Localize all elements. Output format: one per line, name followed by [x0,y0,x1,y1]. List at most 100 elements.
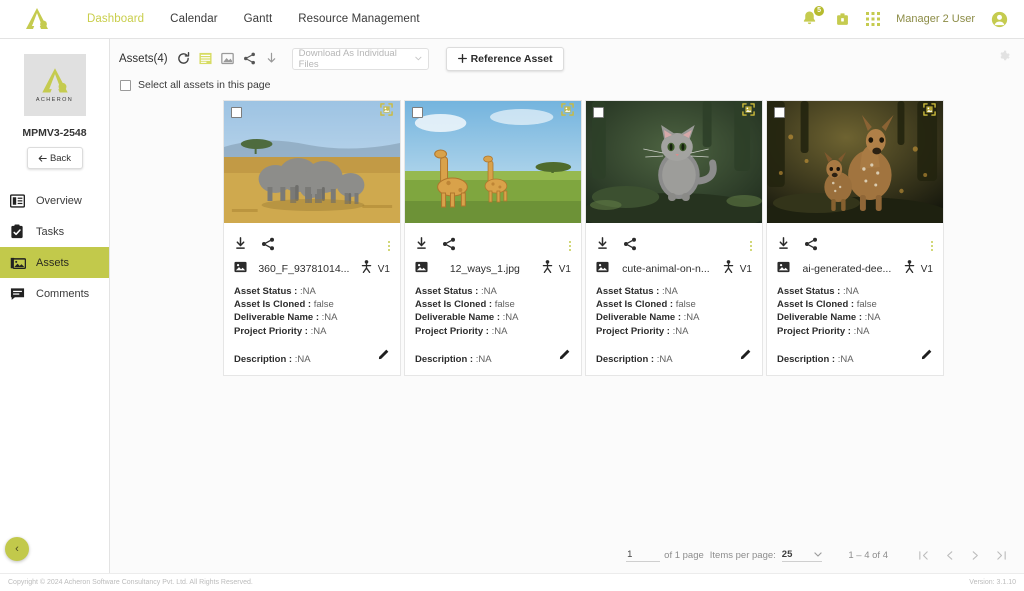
edit-description-icon[interactable] [559,347,571,365]
sidebar-item-comments[interactable]: Comments [0,278,109,309]
asset-card[interactable]: 12_ways_1.jpg V1 Asset Status : :NA Asset… [404,100,582,376]
compare-image-icon[interactable] [220,52,234,65]
asset-metadata: Asset Status : :NA Asset Is Cloned : fals… [767,279,943,338]
asset-download-icon[interactable] [415,237,428,255]
list-view-icon[interactable] [199,52,212,65]
collapse-sidebar-button[interactable]: ‹ [5,537,29,561]
asset-thumbnail[interactable] [224,101,400,223]
briefcase-button[interactable] [835,11,850,27]
sidebar-item-assets[interactable]: Assets [0,247,109,278]
asset-share-icon[interactable] [804,237,818,256]
asset-description-row: Description : :NA [767,338,943,375]
asset-name-row: 360_F_93781014... V1 [224,259,400,279]
asset-select-checkbox[interactable] [593,106,604,118]
asset-thumbnail[interactable] [586,101,762,223]
items-per-page-label: Items per page: [709,549,776,561]
asset-share-icon[interactable] [623,237,637,256]
asset-share-icon[interactable] [442,237,456,256]
asset-thumbnail[interactable] [767,101,943,223]
refresh-icon[interactable] [177,52,190,65]
asset-type-image-icon [596,260,609,278]
asset-type-image-icon [777,260,790,278]
arrow-left-icon [38,154,47,162]
asset-metadata-line: Deliverable Name : :NA [234,312,338,324]
asset-card[interactable]: cute-animal-on-n... V1 Asset Status : :N… [585,100,763,376]
edit-description-icon[interactable] [378,347,390,365]
asset-thumbnail[interactable] [405,101,581,223]
share-icon[interactable] [243,52,256,65]
asset-metadata-line: Asset Status : :NA [596,286,678,297]
avatar[interactable] [991,11,1008,28]
asset-select-checkbox[interactable] [231,106,242,118]
back-label: Back [49,152,72,164]
asset-more-menu-icon[interactable] [387,240,390,252]
user-name-label: Manager 2 User [896,13,975,25]
sidebar-item-overview[interactable]: Overview [0,185,109,216]
reference-asset-button[interactable]: Reference Asset [445,46,565,71]
nav-link-dashboard[interactable]: Dashboard [74,13,157,25]
asset-download-icon[interactable] [777,237,790,255]
back-button[interactable]: Back [26,147,83,169]
asset-filename: 12_ways_1.jpg [449,263,520,275]
asset-version-label: V1 [739,263,752,275]
asset-download-icon[interactable] [234,237,247,255]
asset-version-icon [542,260,553,278]
asset-more-menu-icon[interactable] [930,240,933,252]
select-all-checkbox[interactable] [120,79,131,91]
download-icon[interactable] [265,52,278,65]
nav-link-calendar[interactable]: Calendar [157,13,230,25]
next-page-icon[interactable] [962,542,988,568]
asset-metadata-line: Project Priority : :NA [596,325,689,337]
items-per-page-select[interactable]: 25 [781,548,823,562]
asset-select-checkbox[interactable] [412,106,423,118]
asset-version-label: V1 [377,263,390,275]
download-type-select[interactable]: Download As Individual Files [291,47,429,70]
edit-description-icon[interactable] [921,347,933,365]
asset-description: Description : :NA [415,353,492,365]
sidebar-nav: Overview Tasks Assets Comments [0,185,109,309]
apps-grid-button[interactable] [866,12,881,26]
crop-image-icon[interactable] [742,103,755,121]
page-number-input[interactable] [626,548,661,562]
asset-share-icon[interactable] [261,237,275,256]
asset-card-topbar [767,101,943,123]
select-all-label: Select all assets in this page [138,79,271,91]
app-footer: Copyright © 2024 Acheron Software Consul… [0,573,1024,591]
asset-select-checkbox[interactable] [774,106,785,118]
asset-card-topbar [586,101,762,123]
asset-metadata-line: Project Priority : :NA [777,325,870,337]
asset-description-row: Description : :NA [405,338,581,375]
asset-metadata-line: Project Priority : :NA [234,325,327,337]
notifications-button[interactable]: 5 [801,6,825,29]
download-type-placeholder: Download As Individual Files [298,47,397,70]
gear-icon[interactable] [997,50,1010,68]
asset-filename: cute-animal-on-n... [622,263,710,275]
pagination-range-label: 1 – 4 of 4 [848,549,888,561]
notification-badge: 5 [814,6,825,16]
crop-image-icon[interactable] [923,103,936,121]
items-per-page-value: 25 [781,548,793,560]
asset-metadata-line: Deliverable Name : :NA [777,312,881,324]
assets-icon [10,255,26,271]
asset-card[interactable]: 360_F_93781014... V1 Asset Status : :NA A… [223,100,401,376]
nav-link-resource-management[interactable]: Resource Management [285,13,432,25]
asset-card-actions [224,233,400,259]
sidebar-item-tasks[interactable]: Tasks [0,216,109,247]
last-page-icon[interactable] [988,542,1014,568]
crop-image-icon[interactable] [380,103,393,121]
asset-more-menu-icon[interactable] [568,240,571,252]
asset-more-menu-icon[interactable] [749,240,752,252]
asset-version-icon [904,260,915,278]
nav-link-gantt[interactable]: Gantt [231,13,286,25]
asset-card-topbar [224,101,400,123]
asset-download-icon[interactable] [596,237,609,255]
asset-metadata-line: Asset Is Cloned : false [596,299,696,311]
asset-card[interactable]: ai-generated-dee... V1 Asset Status : :N… [766,100,944,376]
crop-image-icon[interactable] [561,103,574,121]
acheron-logo-icon[interactable] [14,0,60,39]
sidebar-item-label-overview: Overview [36,194,82,207]
prev-page-icon[interactable] [936,542,962,568]
asset-metadata: Asset Status : :NA Asset Is Cloned : fals… [224,279,400,338]
first-page-icon[interactable] [910,542,936,568]
edit-description-icon[interactable] [740,347,752,365]
